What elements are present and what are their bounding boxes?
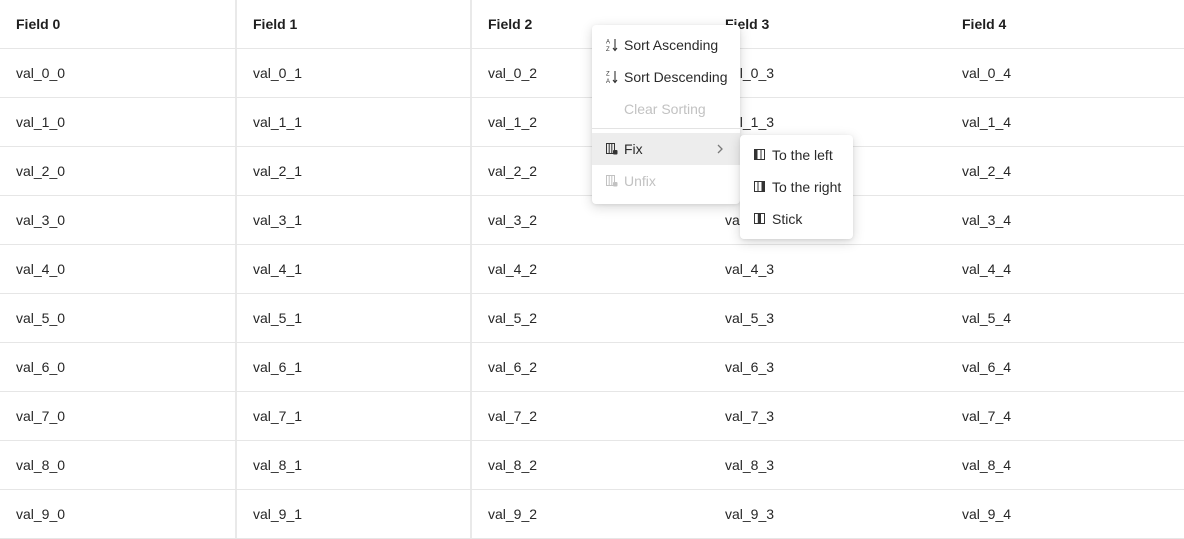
table-cell[interactable]: val_5_4 [946,294,1184,342]
svg-text:Z: Z [606,47,610,52]
table-cell[interactable]: val_1_4 [946,98,1184,146]
sort-ascending-menu-item[interactable]: A Z Sort Ascending [592,29,740,61]
table-cell[interactable]: val_5_1 [237,294,472,342]
table-cell[interactable]: val_5_0 [0,294,237,342]
table-cell[interactable]: val_2_4 [946,147,1184,195]
fix-submenu: To the left To the right Stick [740,135,853,239]
table-cell[interactable]: val_9_4 [946,490,1184,538]
svg-text:A: A [606,79,610,84]
table-cell[interactable]: val_9_1 [237,490,472,538]
table-row[interactable]: val_3_0val_3_1val_3_2val_3_3val_3_4 [0,196,1184,245]
table-cell[interactable]: val_1_0 [0,98,237,146]
table-cell[interactable]: val_4_4 [946,245,1184,293]
svg-text:A: A [606,40,610,46]
table-cell[interactable]: val_7_4 [946,392,1184,440]
stick-menu-item[interactable]: Stick [740,203,853,235]
table-cell[interactable]: val_8_4 [946,441,1184,489]
table-cell[interactable]: val_2_0 [0,147,237,195]
table-cell[interactable]: val_0_1 [237,49,472,97]
table-row[interactable]: val_5_0 val_5_1 val_5_2 val_5_3 val_5_4 [0,294,1184,343]
table-cell[interactable]: val_4_3 [709,245,946,293]
fix-menu-item[interactable]: Fix [592,133,740,165]
table-cell[interactable]: val_7_1 [237,392,472,440]
column-context-menu: A Z Sort Ascending Z A Sort Descending C… [592,25,740,204]
table-cell[interactable]: val_3_1 [237,196,472,244]
unfix-menu-item[interactable]: Unfix [592,165,740,197]
table-cell[interactable]: val_5_3 [709,294,946,342]
table-cell[interactable]: val_8_0 [0,441,237,489]
pin-left-icon [754,148,766,162]
table-cell[interactable]: val_4_0 [0,245,237,293]
table-cell[interactable]: val_0_3 [709,49,946,97]
column-header-field-4[interactable]: Field 4 [946,0,1184,48]
table-cell[interactable]: val_0_0 [0,49,237,97]
table-cell[interactable]: val_7_2 [472,392,709,440]
table-cell[interactable]: val_8_2 [472,441,709,489]
table-cell[interactable]: val_4_1 [237,245,472,293]
table-row[interactable]: val_9_0 val_9_1 val_9_2 val_9_3 val_9_4 [0,490,1184,539]
table-cell[interactable]: val_7_3 [709,392,946,440]
stick-column-icon [754,212,766,226]
stick-label: Stick [772,211,803,227]
unpin-column-icon [606,174,618,188]
to-the-left-label: To the left [772,147,833,163]
sort-ascending-label: Sort Ascending [624,37,719,53]
fix-to-the-right-menu-item[interactable]: To the right [740,171,853,203]
column-header-field-0[interactable]: Field 0 [0,0,237,48]
table-row[interactable]: val_4_0 val_4_1 val_4_2 val_4_3 val_4_4 [0,245,1184,294]
table-cell[interactable]: val_8_3 [709,441,946,489]
table-cell[interactable]: val_1_1 [237,98,472,146]
table-cell[interactable]: val_6_2 [472,343,709,391]
sort-za-icon: Z A [606,70,618,84]
table-cell[interactable]: val_8_1 [237,441,472,489]
table-cell[interactable]: val_9_0 [0,490,237,538]
table-cell[interactable]: val_9_3 [709,490,946,538]
menu-separator [592,128,740,129]
table-cell[interactable]: val_0_4 [946,49,1184,97]
unfix-label: Unfix [624,173,656,189]
table-row[interactable]: val_7_0 val_7_1 val_7_2 val_7_3 val_7_4 [0,392,1184,441]
column-header-field-3[interactable]: Field 3 [709,0,946,48]
table-cell[interactable]: val_5_2 [472,294,709,342]
table-cell[interactable]: val_7_0 [0,392,237,440]
chevron-right-icon [716,142,724,157]
svg-text:Z: Z [606,72,610,78]
table-cell[interactable]: val_4_2 [472,245,709,293]
table-cell[interactable]: val_6_1 [237,343,472,391]
pin-right-icon [754,180,766,194]
fix-to-the-left-menu-item[interactable]: To the left [740,139,853,171]
table-cell[interactable]: val_6_3 [709,343,946,391]
clear-sorting-menu-item[interactable]: Clear Sorting [592,93,740,125]
table-cell[interactable]: val_9_2 [472,490,709,538]
table-cell[interactable]: val_2_1 [237,147,472,195]
sort-descending-label: Sort Descending [624,69,728,85]
pin-column-icon [606,142,618,156]
sort-az-icon: A Z [606,38,618,52]
column-header-field-1[interactable]: Field 1 [237,0,472,48]
table-cell[interactable]: val_6_0 [0,343,237,391]
table-cell[interactable]: val_3_4 [946,196,1184,244]
sort-descending-menu-item[interactable]: Z A Sort Descending [592,61,740,93]
table-row[interactable]: val_8_0 val_8_1 val_8_2 val_8_3 val_8_4 [0,441,1184,490]
clear-sorting-label: Clear Sorting [624,101,706,117]
table-cell[interactable]: val_3_0 [0,196,237,244]
fix-label: Fix [624,141,643,157]
table-cell[interactable]: val_6_4 [946,343,1184,391]
table-row[interactable]: val_6_0 val_6_1 val_6_2 val_6_3 val_6_4 [0,343,1184,392]
to-the-right-label: To the right [772,179,842,195]
